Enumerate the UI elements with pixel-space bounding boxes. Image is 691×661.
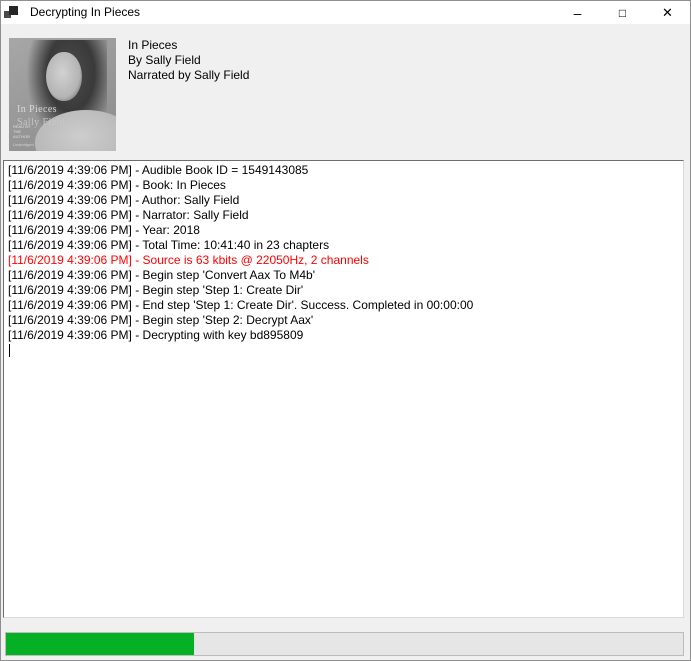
log-textbox[interactable]: [11/6/2019 4:39:06 PM] - Audible Book ID… xyxy=(3,160,684,618)
book-cover-image: In Pieces Sally Field READ BY THE AUTHOR… xyxy=(9,38,116,151)
close-button[interactable]: ✕ xyxy=(645,1,690,24)
log-lines: [11/6/2019 4:39:06 PM] - Audible Book ID… xyxy=(8,163,679,343)
log-line: [11/6/2019 4:39:06 PM] - Total Time: 10:… xyxy=(8,238,679,253)
book-author: By Sally Field xyxy=(128,53,249,68)
cover-edition-text: Unabridged xyxy=(13,142,34,147)
cover-portrait-face xyxy=(46,52,81,102)
log-line: [11/6/2019 4:39:06 PM] - Year: 2018 xyxy=(8,223,679,238)
log-line: [11/6/2019 4:39:06 PM] - End step 'Step … xyxy=(8,298,679,313)
log-line: [11/6/2019 4:39:06 PM] - Decrypting with… xyxy=(8,328,679,343)
book-narrator: Narrated by Sally Field xyxy=(128,68,249,83)
log-line: [11/6/2019 4:39:06 PM] - Book: In Pieces xyxy=(8,178,679,193)
cover-title-text: In Pieces xyxy=(17,104,57,115)
progress-bar xyxy=(5,632,684,656)
app-window: Decrypting In Pieces – □ ✕ In Pieces Sal… xyxy=(0,0,691,661)
minimize-icon: – xyxy=(574,5,582,21)
log-line: [11/6/2019 4:39:06 PM] - Narrator: Sally… xyxy=(8,208,679,223)
maximize-icon: □ xyxy=(619,6,626,20)
cover-readby-text: READ BY THE AUTHOR xyxy=(13,124,37,139)
log-line: [11/6/2019 4:39:06 PM] - Source is 63 kb… xyxy=(8,253,679,268)
app-icon[interactable] xyxy=(4,5,19,20)
log-line: [11/6/2019 4:39:06 PM] - Audible Book ID… xyxy=(8,163,679,178)
window-controls: – □ ✕ xyxy=(555,1,690,24)
minimize-button[interactable]: – xyxy=(555,1,600,24)
progress-fill xyxy=(6,633,194,655)
log-line: [11/6/2019 4:39:06 PM] - Begin step 'Con… xyxy=(8,268,679,283)
log-line: [11/6/2019 4:39:06 PM] - Author: Sally F… xyxy=(8,193,679,208)
window-title: Decrypting In Pieces xyxy=(30,1,140,24)
maximize-button[interactable]: □ xyxy=(600,1,645,24)
book-title: In Pieces xyxy=(128,38,249,53)
text-caret xyxy=(9,344,10,357)
close-icon: ✕ xyxy=(662,5,673,20)
log-line: [11/6/2019 4:39:06 PM] - Begin step 'Ste… xyxy=(8,283,679,298)
book-info: In Pieces By Sally Field Narrated by Sal… xyxy=(128,38,249,83)
app-icon-square-large xyxy=(9,6,18,15)
log-line: [11/6/2019 4:39:06 PM] - Begin step 'Ste… xyxy=(8,313,679,328)
titlebar[interactable]: Decrypting In Pieces – □ ✕ xyxy=(1,1,690,24)
